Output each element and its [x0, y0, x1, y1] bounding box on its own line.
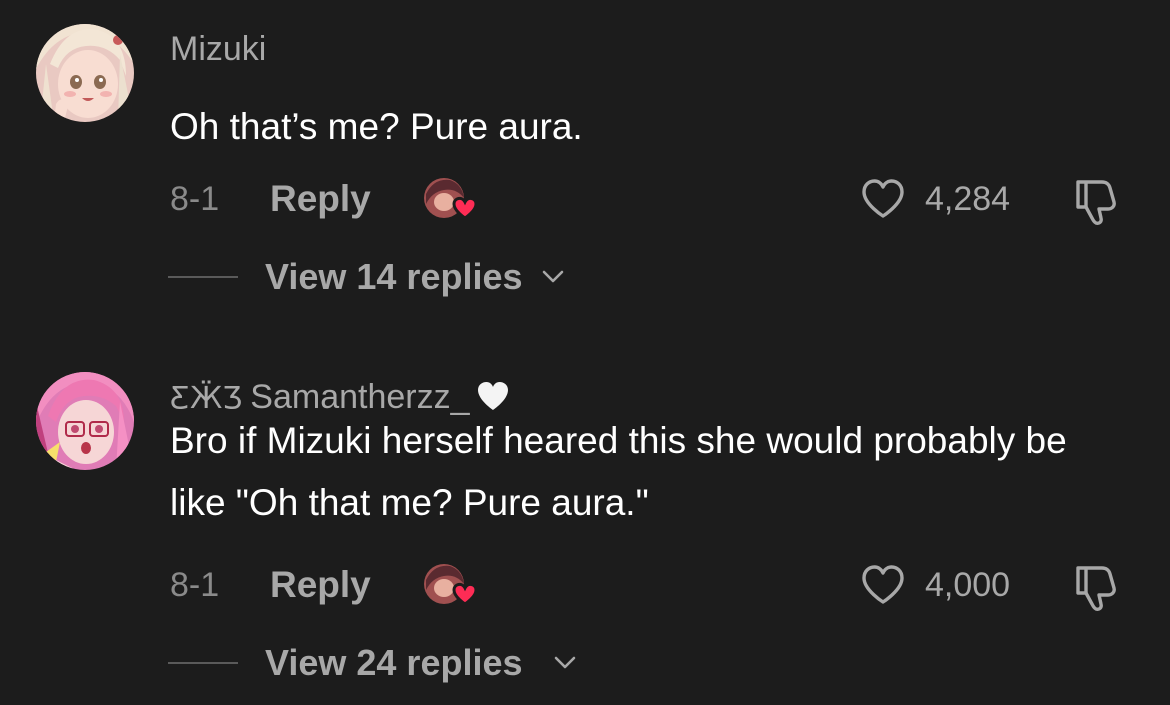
view-replies-button[interactable]: View 14 replies — [0, 252, 1170, 302]
comment-text: Oh that’s me? Pure aura. — [170, 106, 583, 147]
like-count: 4,284 — [925, 180, 1011, 218]
chevron-down-icon — [540, 268, 566, 286]
like-count: 4,000 — [925, 566, 1011, 604]
anime-girl-blonde-avatar-icon — [36, 24, 134, 122]
view-replies-button[interactable]: View 24 replies — [0, 638, 1170, 688]
comment-actions: 8-1 Reply 4,284 — [0, 170, 1170, 230]
creator-liked-badge — [420, 174, 484, 226]
comment-actions: 8-1 Reply 4,000 — [0, 556, 1170, 616]
creator-avatar-heart-icon — [424, 178, 478, 220]
comment-date: 8-1 — [170, 566, 220, 604]
like-heart-icon[interactable] — [860, 178, 906, 220]
view-replies-label: View 24 replies — [265, 642, 523, 683]
divider-line — [168, 276, 238, 278]
reply-button[interactable]: Reply — [270, 564, 371, 606]
comment-date: 8-1 — [170, 180, 220, 218]
avatar[interactable] — [36, 24, 134, 122]
dislike-thumb-icon[interactable] — [1072, 176, 1124, 226]
anime-girl-pink-avatar-icon — [36, 372, 134, 470]
divider-line — [168, 662, 238, 664]
reply-button[interactable]: Reply — [270, 178, 371, 220]
view-replies-label: View 14 replies — [265, 256, 523, 297]
comment-text: Bro if Mizuki herself heared this she wo… — [170, 420, 1067, 523]
username[interactable]: Mizuki — [170, 30, 266, 69]
chevron-down-icon — [552, 654, 578, 672]
creator-liked-badge — [420, 560, 484, 612]
username-text: Mizuki — [170, 30, 267, 68]
avatar[interactable] — [36, 372, 134, 470]
dislike-thumb-icon[interactable] — [1072, 562, 1124, 612]
like-heart-icon[interactable] — [860, 564, 906, 606]
creator-avatar-heart-icon — [424, 564, 478, 606]
